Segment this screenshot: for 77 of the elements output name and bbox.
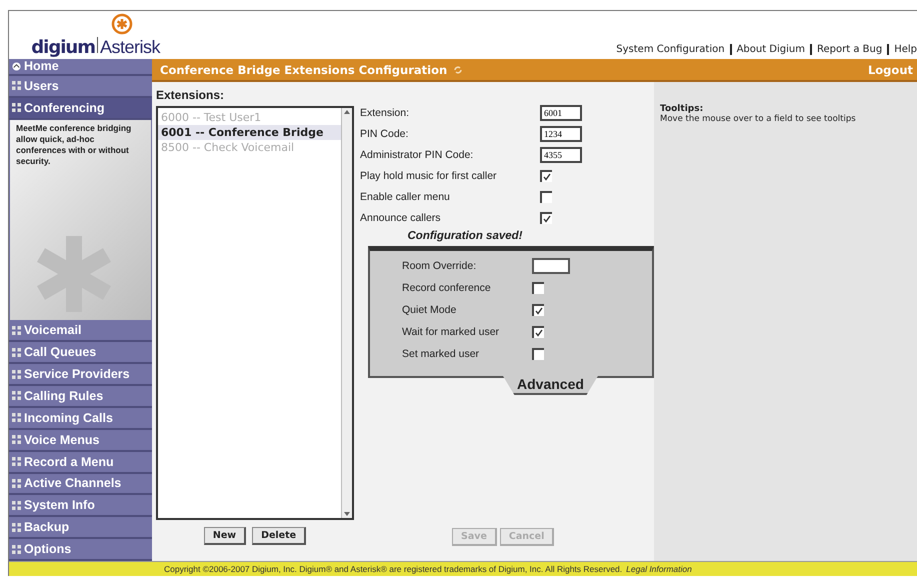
home-nav-item[interactable]: Home xyxy=(9,59,152,76)
nav-item[interactable]: Users xyxy=(9,76,152,98)
extension-item[interactable]: 6000 -- Test User1 xyxy=(158,110,341,125)
checkbox[interactable] xyxy=(540,212,552,224)
extension-item[interactable]: 6001 -- Conference Bridge xyxy=(158,125,341,140)
nav-item[interactable]: System Info xyxy=(9,495,152,518)
logo-digium: digium xyxy=(31,37,95,58)
nav-item[interactable]: Active Channels xyxy=(9,474,152,496)
logo-asterisk: Asterisk xyxy=(100,37,160,58)
checkbox[interactable] xyxy=(540,191,552,203)
field-label: PIN Code: xyxy=(360,128,410,140)
nav-item[interactable]: Incoming Calls xyxy=(9,408,152,430)
field-label: Quiet Mode xyxy=(402,304,458,316)
nav-item[interactable]: Options xyxy=(9,539,152,562)
field-label: Record conference xyxy=(402,282,492,294)
nav-item[interactable]: Calling Rules xyxy=(9,386,152,408)
status-message: Configuration saved! xyxy=(406,229,524,244)
checkbox[interactable] xyxy=(532,304,544,316)
grid-dots-icon xyxy=(12,413,21,422)
field-label: Announce callers xyxy=(360,212,442,224)
asterisk-icon xyxy=(34,234,114,314)
grid-dots-icon xyxy=(12,103,21,112)
input-field[interactable]: 1234 xyxy=(540,126,582,142)
list-button[interactable]: New xyxy=(204,527,246,545)
logo-bubble-icon xyxy=(110,13,134,37)
nav-item[interactable]: Voicemail xyxy=(9,320,152,342)
extension-item[interactable]: 8500 -- Check Voicemail xyxy=(158,140,341,155)
home-circle-icon xyxy=(12,62,21,71)
page-title: Conference Bridge Extensions Configuration xyxy=(160,62,448,76)
input-field[interactable] xyxy=(532,258,570,274)
grid-dots-icon xyxy=(12,81,21,90)
grid-dots-icon xyxy=(12,435,21,444)
grid-dots-icon xyxy=(12,370,21,379)
tooltips-title: Tooltips: xyxy=(660,104,704,114)
grid-dots-icon xyxy=(12,326,21,335)
extensions-label: Extensions: xyxy=(156,87,226,104)
grid-dots-icon xyxy=(12,522,21,532)
field-label: Administrator PIN Code: xyxy=(360,149,474,161)
nav-item[interactable]: Call Queues xyxy=(9,342,152,364)
grid-dots-icon xyxy=(12,544,21,554)
tooltips-text: Move the mouse over to a field to see tooltips xyxy=(660,114,857,124)
input-field[interactable]: 6001 xyxy=(540,105,582,121)
grid-dots-icon xyxy=(12,391,21,400)
nav-item[interactable]: Backup xyxy=(9,517,152,540)
input-field[interactable]: 4355 xyxy=(540,147,582,163)
extensions-list[interactable]: 6000 -- Test User1 6001 -- Conference Bridge 8500 -- Check Voicemail xyxy=(156,106,354,520)
nav-item[interactable]: Conferencing xyxy=(9,98,152,120)
grid-dots-icon xyxy=(12,348,21,357)
top-link[interactable]: About Digium xyxy=(736,44,805,55)
scrollbar[interactable] xyxy=(341,108,352,518)
description-text: MeetMe conference bridging allow quick, ad-hoc conferences with or without security. xyxy=(15,122,132,168)
top-link[interactable]: Report a Bug xyxy=(817,44,882,55)
checkbox[interactable] xyxy=(532,348,544,360)
checkbox[interactable] xyxy=(540,170,552,182)
field-label: Extension: xyxy=(360,107,410,119)
checkbox[interactable] xyxy=(532,282,544,294)
scroll-down-icon[interactable] xyxy=(343,510,351,518)
field-label: Play hold music for first caller xyxy=(360,170,498,182)
nav-item[interactable]: Voice Menus xyxy=(9,430,152,452)
grid-dots-icon xyxy=(12,500,21,510)
top-link[interactable]: System Configuration xyxy=(616,44,725,55)
grid-dots-icon xyxy=(12,478,21,488)
field-label: Wait for marked user xyxy=(402,326,500,338)
scroll-up-icon[interactable] xyxy=(343,108,351,116)
advanced-tab[interactable]: Advanced xyxy=(503,376,598,395)
nav-item[interactable]: Record a Menu xyxy=(9,452,152,474)
field-label: Room Override: xyxy=(402,260,478,272)
logout-link[interactable]: Logout xyxy=(868,62,913,76)
legal-link[interactable]: Legal Information xyxy=(626,564,692,574)
top-link[interactable]: Help xyxy=(894,44,917,55)
list-button[interactable]: Delete xyxy=(252,527,306,545)
copyright-text: Copyright ©2006-2007 Digium, Inc. Digium® and Asterisk® are registered trademarks of Digium, Inc. All Rights Reserved. xyxy=(164,564,622,574)
field-label: Enable caller menu xyxy=(360,191,451,203)
grid-dots-icon xyxy=(12,457,21,466)
checkbox[interactable] xyxy=(532,326,544,338)
nav-item[interactable]: Service Providers xyxy=(9,364,152,386)
field-label: Set marked user xyxy=(402,348,480,360)
